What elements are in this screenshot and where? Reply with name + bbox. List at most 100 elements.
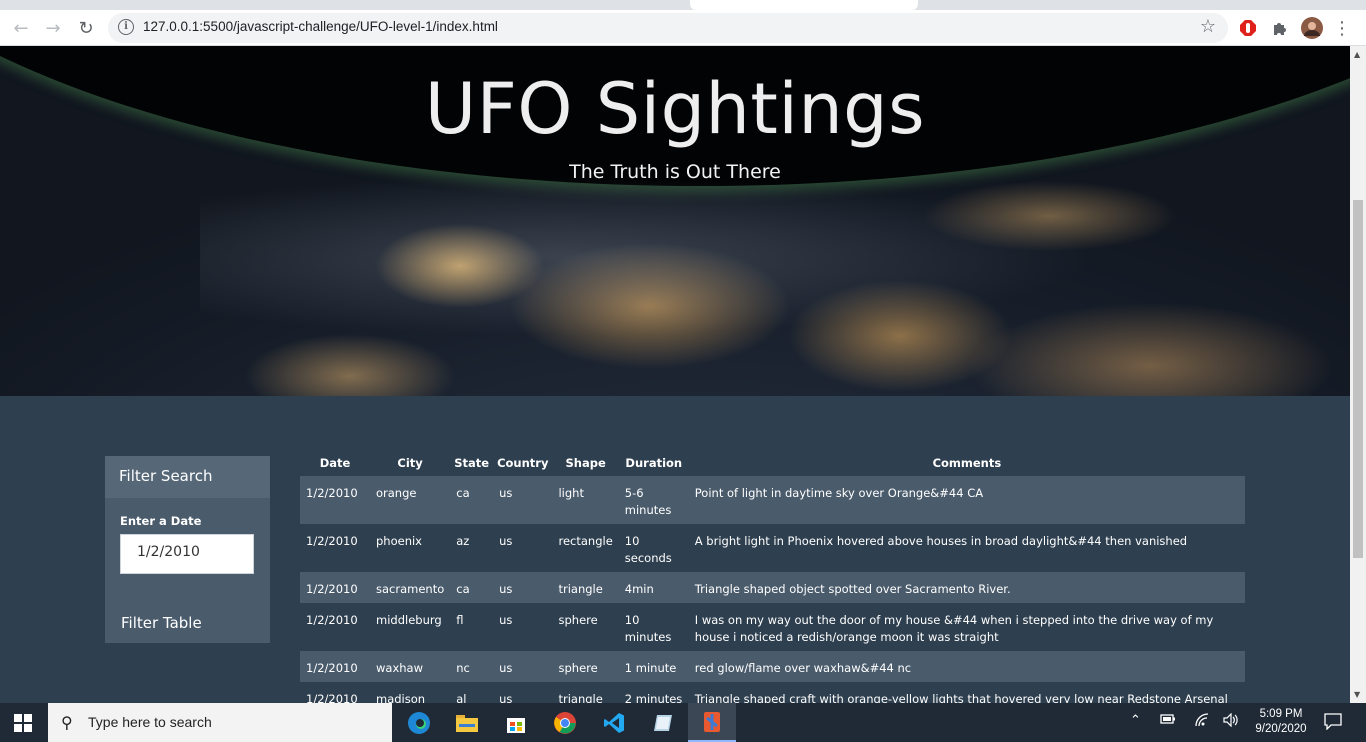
table-row: 1/2/2010 sacramento ca us triangle 4min … — [300, 572, 1245, 603]
table-row: 1/2/2010 orange ca us light 5-6 minutes … — [300, 476, 1245, 524]
cell-duration: 5-6 minutes — [618, 476, 689, 524]
cell-date: 1/2/2010 — [300, 651, 370, 682]
cell-duration: 10 minutes — [624, 613, 672, 644]
cell-duration: 10 seconds — [624, 534, 672, 565]
cell-state: fl — [456, 613, 464, 627]
column-header: Shape — [565, 456, 606, 470]
cell-city: orange — [370, 476, 451, 524]
bookmark-star-icon[interactable]: ☆ — [1200, 16, 1216, 37]
cell-comments: red glow/flame over waxhaw&#44 nc — [688, 651, 1245, 682]
browser-toolbar: ← → ↻ i 127.0.0.1:5500/javascript-challe… — [0, 10, 1366, 46]
back-icon[interactable]: ← — [8, 15, 34, 41]
cell-duration: 2 minutes — [624, 692, 683, 703]
cell-country: us — [493, 651, 553, 682]
chrome-icon[interactable] — [541, 703, 589, 742]
notifications-icon[interactable] — [1324, 712, 1342, 734]
date-input[interactable]: 1/2/2010 — [120, 534, 254, 574]
cell-shape: triangle — [558, 692, 603, 703]
cell-date: 1/2/2010 — [300, 572, 370, 603]
cell-shape: triangle — [552, 572, 619, 603]
date-label: Enter a Date — [120, 514, 202, 528]
cell-city: waxhaw — [370, 651, 451, 682]
cell-country: us — [499, 534, 513, 548]
browser-tabstrip — [0, 0, 1366, 10]
filter-panel: Filter Search Enter a Date 1/2/2010 Filt… — [105, 456, 270, 643]
cell-state: ca — [450, 476, 494, 524]
taskbar-search-box[interactable]: ⚲ Type here to search — [48, 703, 392, 742]
address-bar[interactable]: i 127.0.0.1:5500/javascript-challenge/UF… — [108, 13, 1228, 43]
cell-state: ca — [450, 572, 494, 603]
hero-banner: UFO Sightings The Truth is Out There — [0, 46, 1350, 396]
edge-icon[interactable] — [395, 703, 443, 742]
cell-shape: rectangle — [558, 534, 613, 548]
active-app-icon[interactable] — [688, 703, 736, 742]
page-scrollbar[interactable]: ▲ ▼ — [1350, 46, 1366, 703]
column-header: City — [397, 456, 423, 470]
cell-city: phoenix — [376, 534, 422, 548]
cell-city: middleburg — [376, 613, 442, 627]
active-tab[interactable] — [690, 0, 918, 10]
table-row: 1/2/2010 middleburg fl us sphere 10 minu… — [300, 603, 1245, 651]
cell-city: madison — [376, 692, 426, 703]
cell-date: 1/2/2010 — [306, 692, 358, 703]
windows-start-icon[interactable] — [14, 714, 32, 732]
tray-chevron-icon[interactable]: ⌃ — [1130, 713, 1141, 728]
page-title: UFO Sightings — [424, 68, 926, 150]
battery-icon[interactable] — [1160, 713, 1176, 729]
earth-clouds — [200, 176, 1100, 336]
cell-comments: I was on my way out the door of my house… — [694, 613, 1214, 644]
scroll-down-icon[interactable]: ▼ — [1354, 690, 1360, 699]
cell-date: 1/2/2010 — [306, 534, 358, 548]
cell-duration: 1 minute — [618, 651, 689, 682]
scroll-up-icon[interactable]: ▲ — [1354, 50, 1360, 59]
clock-date: 9/20/2020 — [1255, 723, 1307, 735]
notes-app-icon[interactable] — [639, 703, 687, 742]
page-viewport: UFO Sightings The Truth is Out There Fil… — [0, 46, 1350, 703]
filter-table-button[interactable]: Filter Table — [121, 614, 202, 632]
url-text[interactable]: 127.0.0.1:5500/javascript-challenge/UFO-… — [143, 19, 498, 34]
profile-avatar[interactable] — [1300, 16, 1324, 40]
cell-date: 1/2/2010 — [306, 613, 358, 627]
cell-state: al — [456, 692, 467, 703]
adblock-extension-icon[interactable] — [1236, 16, 1260, 40]
cell-country: us — [493, 476, 553, 524]
cell-country: us — [499, 613, 513, 627]
column-header: Comments — [932, 456, 1002, 470]
windows-taskbar: ⚲ Type here to search ⌃ 5:09 PM 9/20/202… — [0, 703, 1366, 742]
table-row: 1/2/2010 phoenix az us rectangle 10 seco… — [300, 524, 1245, 572]
page-subtitle: The Truth is Out There — [569, 161, 781, 183]
column-header: Duration — [625, 456, 683, 470]
cell-shape: light — [552, 476, 619, 524]
cell-shape: sphere — [558, 613, 598, 627]
cell-state: az — [456, 534, 470, 548]
column-header: Date — [319, 456, 351, 470]
vscode-icon[interactable] — [590, 703, 638, 742]
volume-icon[interactable] — [1223, 712, 1239, 731]
wifi-icon[interactable] — [1194, 713, 1210, 731]
info-icon[interactable]: i — [118, 19, 134, 35]
system-clock[interactable]: 5:09 PM 9/20/2020 — [1248, 707, 1314, 737]
table-row: 1/2/2010 madison al us triangle 2 minute… — [300, 682, 1245, 703]
cell-comments: Point of light in daytime sky over Orang… — [688, 476, 1245, 524]
cell-comments: A bright light in Phoenix hovered above … — [694, 534, 1188, 548]
cell-date: 1/2/2010 — [300, 476, 370, 524]
file-explorer-icon[interactable] — [443, 703, 491, 742]
cell-shape: sphere — [552, 651, 619, 682]
cell-country: us — [499, 692, 513, 703]
cell-country: us — [493, 572, 553, 603]
cell-duration: 4min — [618, 572, 689, 603]
browser-menu-icon[interactable]: ⋮ — [1330, 16, 1354, 40]
store-icon[interactable] — [492, 703, 540, 742]
table-header-row: Date City State Country Shape Duration C… — [300, 450, 1245, 476]
reload-icon[interactable]: ↻ — [73, 15, 99, 41]
extensions-puzzle-icon[interactable] — [1268, 16, 1292, 40]
ufo-table: Date City State Country Shape Duration C… — [300, 450, 1245, 703]
cell-state: nc — [450, 651, 494, 682]
column-header: State — [454, 456, 490, 470]
cell-city: sacramento — [370, 572, 451, 603]
forward-icon[interactable]: → — [40, 15, 66, 41]
scrollbar-thumb[interactable] — [1353, 200, 1363, 558]
table-row: 1/2/2010 waxhaw nc us sphere 1 minute re… — [300, 651, 1245, 682]
cell-comments: Triangle shaped object spotted over Sacr… — [688, 572, 1245, 603]
search-icon: ⚲ — [61, 713, 73, 732]
